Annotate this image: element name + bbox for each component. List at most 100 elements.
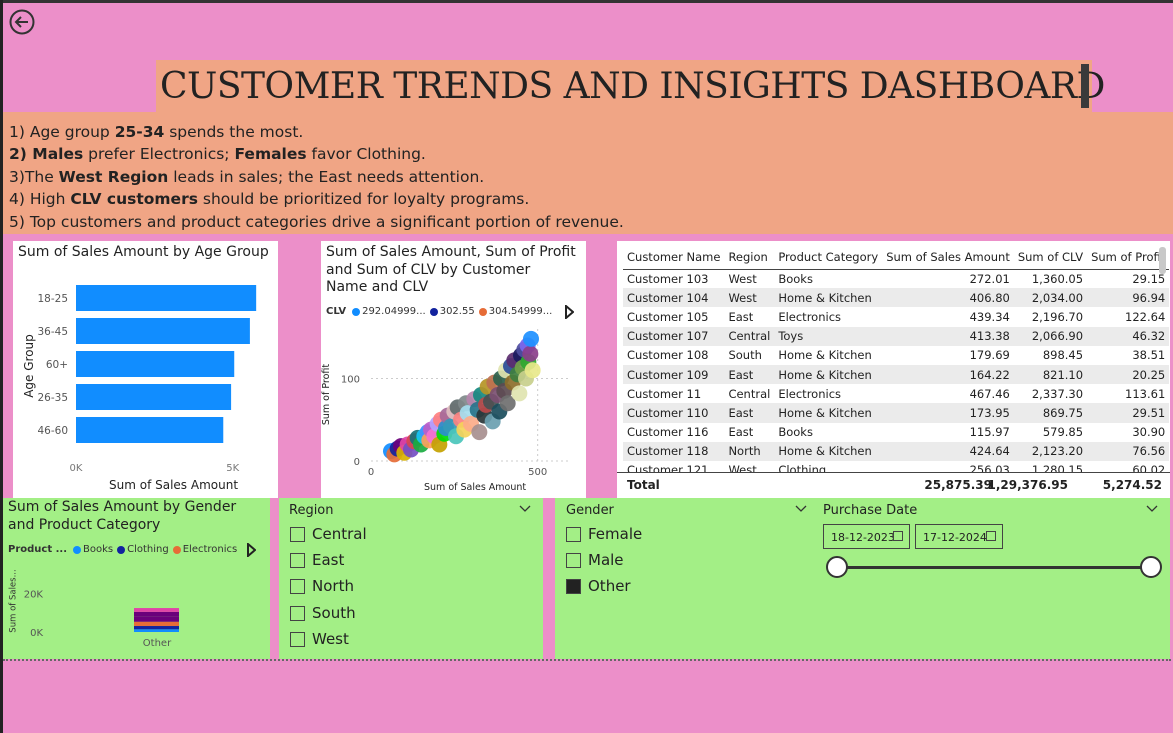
table-row[interactable]: Customer 11 Central Electronics 467.46 2,337… xyxy=(623,384,1170,404)
column-header[interactable]: Customer Name xyxy=(623,245,725,270)
scatter-ylabel: Sum of Profit xyxy=(321,363,333,426)
table-cell: 113.61 xyxy=(1087,384,1170,404)
column-header[interactable]: Product Category xyxy=(774,245,883,270)
checkbox[interactable] xyxy=(290,605,305,621)
table-cell: 579.85 xyxy=(1013,422,1088,442)
table-row[interactable]: Customer 108 South Home & Kitchen 179.69 898… xyxy=(623,345,1170,365)
table-row[interactable]: Customer 104 West Home & Kitchen 406.80 2,03… xyxy=(623,288,1170,308)
region-slicer[interactable]: Region Central East North South West xyxy=(279,498,543,659)
table-cell: 115.97 xyxy=(882,422,1014,442)
gender-option[interactable]: Female xyxy=(566,524,642,544)
gender-stack-segment xyxy=(134,626,179,630)
region-option[interactable]: Central xyxy=(290,524,367,544)
column-header[interactable]: Sum of CLV xyxy=(1013,245,1088,270)
region-option[interactable]: North xyxy=(290,576,354,596)
age-tick-label: 18-25 xyxy=(37,293,68,305)
scatter-y-tick: 100 xyxy=(341,375,360,386)
table-row[interactable]: Customer 103 West Books 272.01 1,360.05 29.15 xyxy=(623,269,1170,289)
table-row[interactable]: Customer 109 East Home & Kitchen 164.22 821.… xyxy=(623,364,1170,385)
age-bar xyxy=(76,351,235,377)
table-cell: 29.15 xyxy=(1087,269,1170,289)
end-date-value: 17-12-2024 xyxy=(923,531,987,544)
gender-chart-panel[interactable]: Sum of Sales Amount by Gender and Produc… xyxy=(3,498,270,659)
end-date-input[interactable]: 17-12-2024 xyxy=(915,524,1003,549)
table-cell: East xyxy=(724,307,775,327)
table-cell: 29.51 xyxy=(1087,403,1170,423)
table-row[interactable]: Customer 107 Central Toys 413.38 2,066.90 46.… xyxy=(623,326,1170,346)
table-cell: 898.45 xyxy=(1013,345,1088,365)
checkbox[interactable] xyxy=(290,578,305,594)
column-header[interactable]: Region xyxy=(724,245,775,270)
gender-stack-segment xyxy=(134,621,179,627)
table-row[interactable]: Customer 105 East Electronics 439.34 2,196.7… xyxy=(623,307,1170,327)
age-group-chart[interactable]: Sum of Sales Amount by Age Group 18-25 36… xyxy=(13,241,278,498)
chevron-down-icon[interactable] xyxy=(519,505,531,513)
chevron-down-icon[interactable] xyxy=(795,505,807,513)
date-range-track[interactable] xyxy=(837,566,1151,569)
region-option[interactable]: South xyxy=(290,603,356,623)
column-header[interactable]: Sum of Sales Amount xyxy=(882,245,1014,270)
total-sales: 25,875.39 xyxy=(924,478,992,492)
table-row[interactable]: Customer 110 East Home & Kitchen 173.95 869.… xyxy=(623,403,1170,423)
region-option-label: Central xyxy=(312,525,367,543)
calendar-icon[interactable] xyxy=(986,531,996,541)
date-range-start-handle[interactable] xyxy=(826,556,848,578)
table-cell: 164.22 xyxy=(882,364,1014,385)
scatter-point xyxy=(523,330,539,347)
table-cell: 122.64 xyxy=(1087,307,1170,327)
table-cell: 30.90 xyxy=(1087,422,1170,442)
gender-stack-segment xyxy=(134,608,179,612)
table-cell: 38.51 xyxy=(1087,345,1170,365)
checkbox-checked[interactable] xyxy=(566,578,581,594)
gender-stack-segment xyxy=(134,616,179,622)
table-row[interactable]: Customer 116 East Books 115.97 579.85 30.90 xyxy=(623,422,1170,442)
table-cell: 76.56 xyxy=(1087,441,1170,461)
region-slicer-title: Region xyxy=(289,503,334,518)
chevron-down-icon[interactable] xyxy=(1146,505,1158,513)
scatter-point xyxy=(471,424,488,441)
start-date-input[interactable]: 18-12-2023 xyxy=(823,524,910,549)
age-tick-label: 46-60 xyxy=(37,425,68,437)
checkbox[interactable] xyxy=(566,552,581,568)
region-option[interactable]: East xyxy=(290,550,344,570)
region-option[interactable]: West xyxy=(290,629,349,649)
region-option-label: North xyxy=(312,577,354,595)
age-tick-label: 36-45 xyxy=(37,326,68,338)
title-accent-bar xyxy=(1081,64,1089,108)
scatter-x-tick: 500 xyxy=(528,467,547,478)
table-cell: Customer 107 xyxy=(623,326,725,346)
gender-ylabel: Sum of Sales... xyxy=(8,569,19,633)
column-header[interactable]: Sum of Profit xyxy=(1087,245,1170,270)
checkbox[interactable] xyxy=(290,631,305,647)
table-cell: Customer 104 xyxy=(623,288,725,308)
checkbox[interactable] xyxy=(566,526,581,542)
customer-table-grid: Customer Name Region Product Category Su… xyxy=(623,245,1170,481)
gender-slicer-title: Gender xyxy=(566,503,614,518)
checkbox[interactable] xyxy=(290,526,305,542)
customer-table[interactable]: Customer Name Region Product Category Su… xyxy=(617,241,1170,498)
region-option-label: West xyxy=(312,630,349,648)
table-cell: 173.95 xyxy=(882,403,1014,423)
scatter-point xyxy=(511,385,528,402)
age-bar-plot: 18-25 36-45 60+ 26-35 46-60 0K 5K xyxy=(37,285,257,474)
table-cell: Home & Kitchen xyxy=(774,288,883,308)
gender-option-label: Male xyxy=(588,551,624,569)
gender-option[interactable]: Male xyxy=(566,550,624,570)
table-scrollbar[interactable] xyxy=(1159,247,1166,274)
scatter-chart[interactable]: Sum of Sales Amount, Sum of Profit and S… xyxy=(321,241,586,498)
gender-option[interactable]: Other xyxy=(566,576,631,596)
table-cell: 439.34 xyxy=(882,307,1014,327)
age-bar xyxy=(76,384,232,410)
table-cell: Customer 108 xyxy=(623,345,725,365)
table-cell: Home & Kitchen xyxy=(774,441,883,461)
checkbox[interactable] xyxy=(290,552,305,568)
back-arrow-icon[interactable] xyxy=(9,9,35,35)
table-cell: Toys xyxy=(774,326,883,346)
date-slicer-title: Purchase Date xyxy=(823,503,918,518)
date-range-end-handle[interactable] xyxy=(1140,556,1162,578)
table-row[interactable]: Customer 118 North Home & Kitchen 424.64 2,1… xyxy=(623,441,1170,461)
table-cell: East xyxy=(724,422,775,442)
table-cell: East xyxy=(724,403,775,423)
age-bar xyxy=(76,285,257,311)
calendar-icon[interactable] xyxy=(893,531,903,541)
